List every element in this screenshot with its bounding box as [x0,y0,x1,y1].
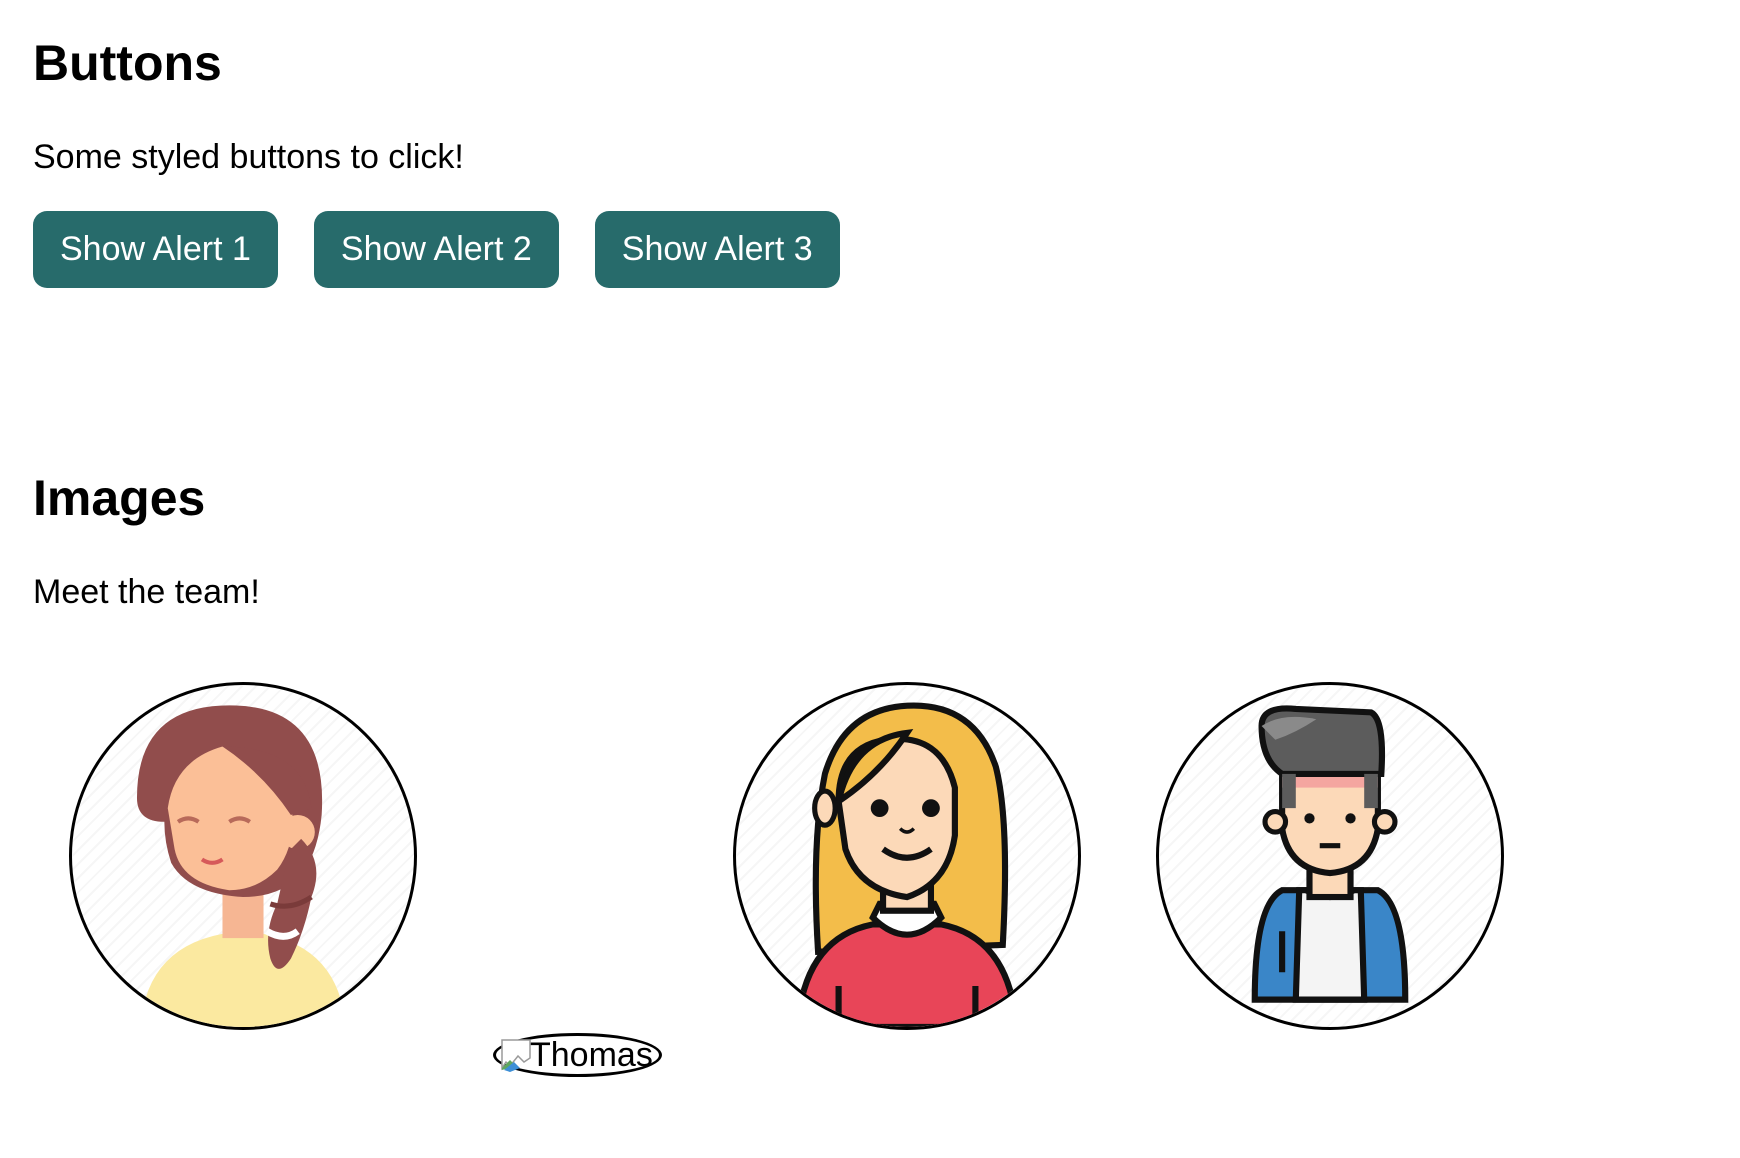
show-alert-2-button[interactable]: Show Alert 2 [313,211,559,288]
show-alert-1-button[interactable]: Show Alert 1 [33,211,278,288]
buttons-description: Some styled buttons to click! [33,138,464,176]
team-avatar-3 [733,682,1081,1030]
team-avatar-1 [69,682,417,1030]
page: Buttons Some styled buttons to click! Sh… [0,0,1740,1158]
broken-image-icon [501,1039,531,1072]
images-heading: Images [33,470,206,526]
broken-image-alt: Thomas [530,1035,653,1074]
man-jacket-avatar-icon [1251,705,1409,1003]
button-row: Show Alert 1 Show Alert 2 Show Alert 3 [33,211,840,288]
broken-image-thomas: Thomas [493,1033,662,1077]
buttons-heading: Buttons [33,35,222,91]
images-description: Meet the team! [33,573,260,611]
team-avatar-4 [1156,682,1504,1030]
show-alert-3-button[interactable]: Show Alert 3 [594,211,840,288]
woman-braid-avatar-icon [136,705,346,1027]
blonde-woman-avatar-icon [794,702,1020,1027]
